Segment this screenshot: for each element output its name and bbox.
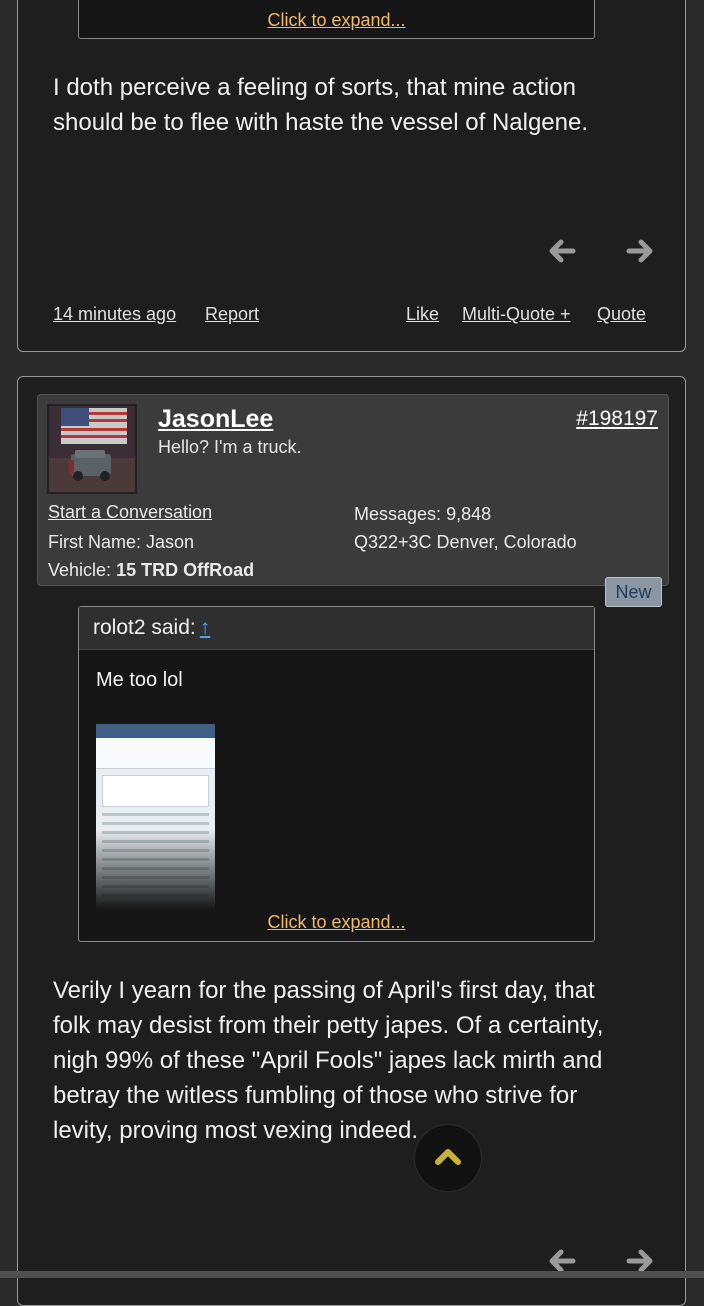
jump-to-quote-icon[interactable]: ↑ <box>200 616 211 639</box>
messages-count: 9,848 <box>446 504 492 524</box>
post-timestamp-link[interactable]: 14 minutes ago <box>53 304 176 325</box>
post-card: JasonLee Hello? I'm a truck. #198197 Sta… <box>17 376 686 1306</box>
bottom-edge-bar <box>0 1271 704 1278</box>
messages-row: Messages: 9,848 <box>354 504 491 525</box>
start-conversation-link[interactable]: Start a Conversation <box>48 502 212 523</box>
first-name-value: Jason <box>146 532 195 552</box>
username-link[interactable]: JasonLee <box>158 405 273 434</box>
avatar-image <box>49 406 135 492</box>
post-number-link[interactable]: #198197 <box>576 407 658 431</box>
new-badge: New <box>605 577 662 607</box>
post-body: Verily I yearn for the passing of April'… <box>53 977 604 1144</box>
quote-header: rolot2 said: ↑ <box>79 607 594 650</box>
click-to-expand-link[interactable]: Click to expand... <box>79 10 594 31</box>
user-location: Q322+3C Denver, Colorado <box>354 532 577 552</box>
quote-block: Click to expand... <box>78 0 595 39</box>
quote-text: Me too lol <box>96 669 183 691</box>
chevron-up-icon <box>435 1149 461 1165</box>
user-info-box: JasonLee Hello? I'm a truck. #198197 Sta… <box>37 394 669 586</box>
scroll-to-top-button[interactable] <box>414 1124 482 1192</box>
arrow-left-icon[interactable] <box>546 236 576 266</box>
like-link[interactable]: Like <box>406 304 439 325</box>
messages-label: Messages: <box>354 504 442 524</box>
vehicle-value: 15 TRD OffRoad <box>116 560 255 580</box>
first-name-label: First Name: <box>48 532 142 552</box>
quote-link[interactable]: Quote <box>597 304 646 325</box>
post-body: I doth perceive a feeling of sorts, that… <box>53 74 589 136</box>
report-link[interactable]: Report <box>205 304 259 325</box>
user-title: Hello? I'm a truck. <box>158 437 302 457</box>
vehicle-label: Vehicle: <box>48 560 112 580</box>
post-card: Click to expand... I doth perceive a fee… <box>17 0 686 352</box>
quote-block: rolot2 said: ↑ Me too lol Click to expand… <box>78 606 595 942</box>
attachment-thumbnail[interactable] <box>96 724 215 909</box>
avatar[interactable] <box>47 404 137 494</box>
click-to-expand-link[interactable]: Click to expand... <box>79 912 594 933</box>
multi-quote-link[interactable]: Multi-Quote + <box>462 304 571 325</box>
arrow-right-icon[interactable] <box>626 236 656 266</box>
first-name-row: First Name: Jason <box>48 532 194 553</box>
vehicle-row: Vehicle: 15 TRD OffRoad <box>48 560 254 581</box>
quote-author: rolot2 said: <box>93 616 196 639</box>
